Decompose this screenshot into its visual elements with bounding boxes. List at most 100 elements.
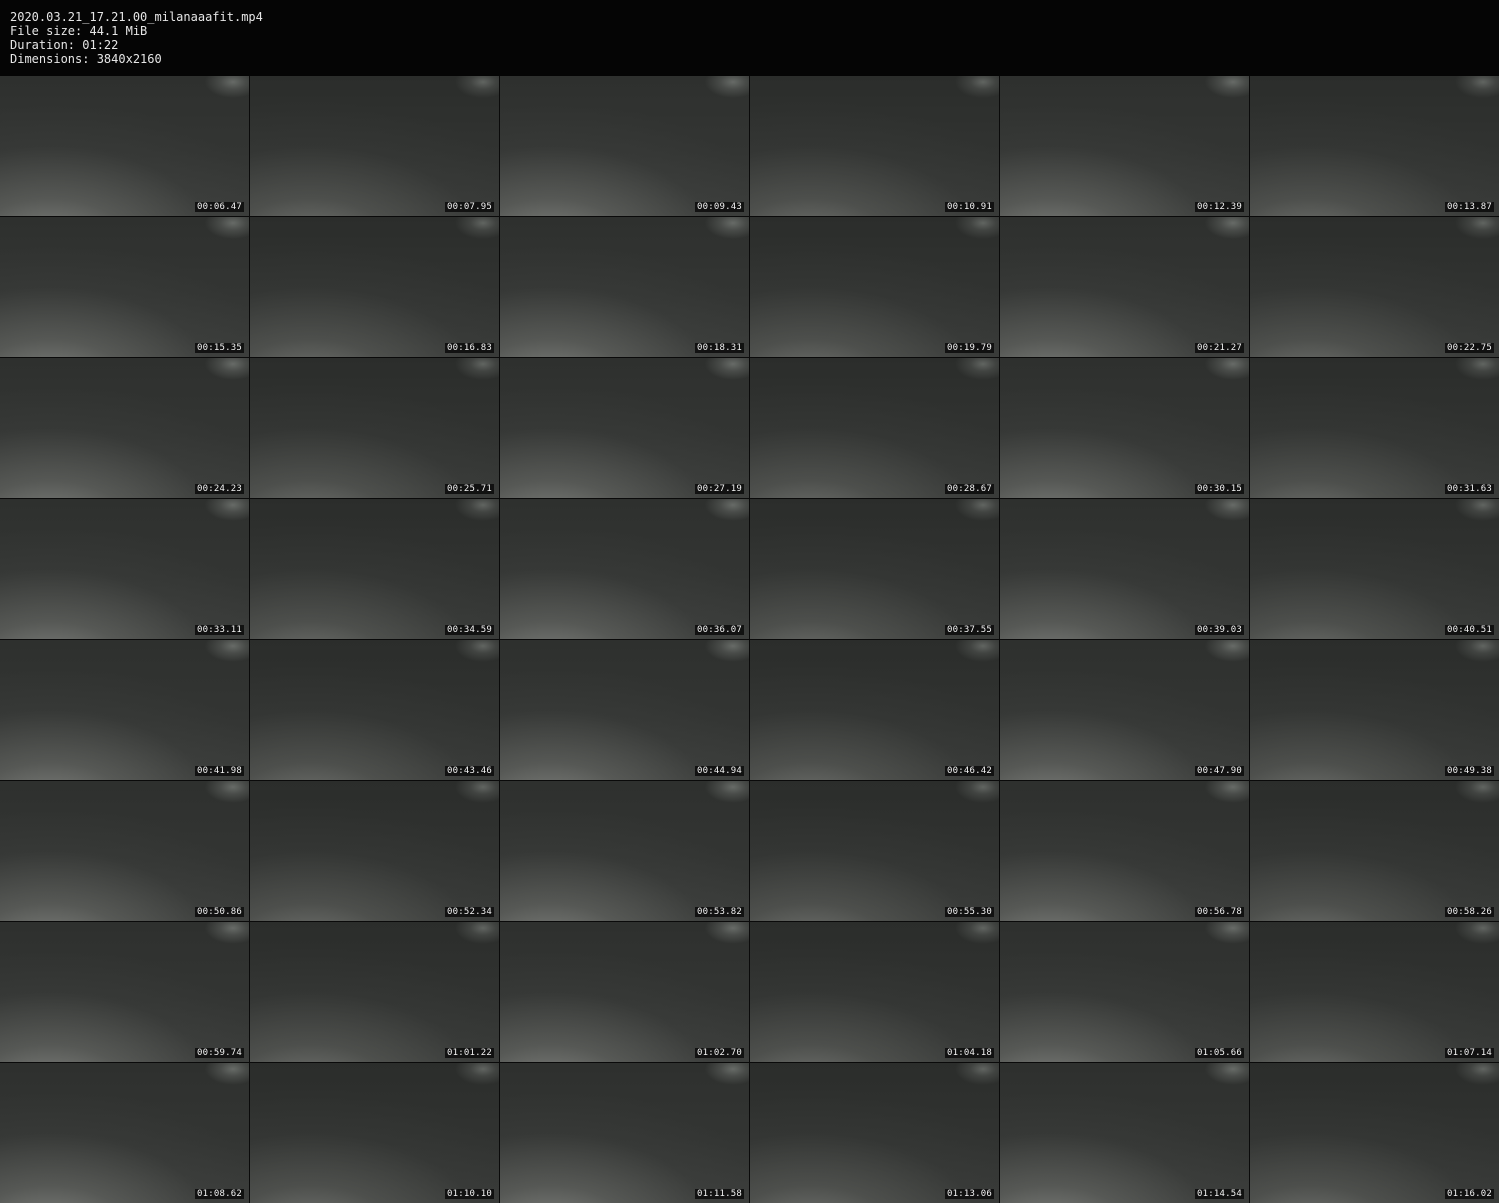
thumbnail-timestamp: 00:37.55	[945, 625, 994, 635]
thumbnail-timestamp: 00:13.87	[1445, 202, 1494, 212]
thumbnail-timestamp: 00:19.79	[945, 343, 994, 353]
video-thumbnail: 01:05.66	[1000, 922, 1249, 1062]
thumbnail-timestamp: 00:52.34	[445, 907, 494, 917]
video-thumbnail: 00:55.30	[750, 781, 999, 921]
thumbnail-timestamp: 00:25.71	[445, 484, 494, 494]
video-thumbnail: 00:50.86	[0, 781, 249, 921]
thumbnail-timestamp: 00:50.86	[195, 907, 244, 917]
video-thumbnail: 00:30.15	[1000, 358, 1249, 498]
thumbnail-timestamp: 00:30.15	[1195, 484, 1244, 494]
thumbnail-timestamp: 01:05.66	[1195, 1048, 1244, 1058]
video-thumbnail: 00:52.34	[250, 781, 499, 921]
duration-text: Duration: 01:22	[10, 38, 119, 52]
video-thumbnail: 00:36.07	[500, 499, 749, 639]
video-thumbnail: 00:16.83	[250, 217, 499, 357]
thumbnail-timestamp: 01:02.70	[695, 1048, 744, 1058]
thumbnail-timestamp: 01:10.10	[445, 1189, 494, 1199]
thumbnail-timestamp: 00:27.19	[695, 484, 744, 494]
video-thumbnail: 00:19.79	[750, 217, 999, 357]
thumbnail-timestamp: 00:34.59	[445, 625, 494, 635]
video-thumbnail: 00:46.42	[750, 640, 999, 780]
thumbnail-timestamp: 00:40.51	[1445, 625, 1494, 635]
video-thumbnail: 00:53.82	[500, 781, 749, 921]
thumbnail-grid: 00:06.47 00:07.95 00:09.43 00:10.91 00:12.39…	[0, 76, 1499, 1203]
video-thumbnail: 00:07.95	[250, 76, 499, 216]
video-filename: 2020.03.21_17.21.00_milanaaafit.mp4	[10, 10, 263, 24]
thumbnail-timestamp: 00:16.83	[445, 343, 494, 353]
video-thumbnail: 00:56.78	[1000, 781, 1249, 921]
video-thumbnail: 00:21.27	[1000, 217, 1249, 357]
thumbnail-timestamp: 00:33.11	[195, 625, 244, 635]
thumbnail-timestamp: 00:09.43	[695, 202, 744, 212]
video-thumbnail: 00:40.51	[1250, 499, 1499, 639]
thumbnail-timestamp: 01:07.14	[1445, 1048, 1494, 1058]
video-thumbnail: 00:31.63	[1250, 358, 1499, 498]
video-thumbnail: 01:08.62	[0, 1063, 249, 1203]
thumbnail-timestamp: 00:10.91	[945, 202, 994, 212]
video-thumbnail: 00:58.26	[1250, 781, 1499, 921]
video-thumbnail: 00:06.47	[0, 76, 249, 216]
thumbnail-timestamp: 00:31.63	[1445, 484, 1494, 494]
thumbnail-timestamp: 00:39.03	[1195, 625, 1244, 635]
video-thumbnail: 00:25.71	[250, 358, 499, 498]
thumbnail-timestamp: 00:41.98	[195, 766, 244, 776]
video-thumbnail: 01:13.06	[750, 1063, 999, 1203]
thumbnail-timestamp: 00:56.78	[1195, 907, 1244, 917]
thumbnail-timestamp: 00:24.23	[195, 484, 244, 494]
dimensions-text: Dimensions: 3840x2160	[10, 52, 162, 66]
video-thumbnail: 00:12.39	[1000, 76, 1249, 216]
video-thumbnail: 00:34.59	[250, 499, 499, 639]
video-thumbnail: 00:28.67	[750, 358, 999, 498]
thumbnail-timestamp: 00:46.42	[945, 766, 994, 776]
thumbnail-timestamp: 00:55.30	[945, 907, 994, 917]
video-thumbnail: 01:11.58	[500, 1063, 749, 1203]
video-thumbnail: 01:16.02	[1250, 1063, 1499, 1203]
thumbnail-timestamp: 01:13.06	[945, 1189, 994, 1199]
thumbnail-timestamp: 00:12.39	[1195, 202, 1244, 212]
thumbnail-timestamp: 00:53.82	[695, 907, 744, 917]
video-thumbnail: 00:59.74	[0, 922, 249, 1062]
thumbnail-timestamp: 00:58.26	[1445, 907, 1494, 917]
thumbnail-timestamp: 00:43.46	[445, 766, 494, 776]
video-thumbnail: 00:39.03	[1000, 499, 1249, 639]
video-thumbnail: 00:18.31	[500, 217, 749, 357]
video-thumbnail: 01:01.22	[250, 922, 499, 1062]
video-thumbnail: 00:09.43	[500, 76, 749, 216]
thumbnail-timestamp: 00:21.27	[1195, 343, 1244, 353]
video-thumbnail: 01:10.10	[250, 1063, 499, 1203]
thumbnail-timestamp: 01:01.22	[445, 1048, 494, 1058]
video-thumbnail: 00:41.98	[0, 640, 249, 780]
video-thumbnail: 00:37.55	[750, 499, 999, 639]
thumbnail-timestamp: 00:22.75	[1445, 343, 1494, 353]
video-thumbnail: 00:44.94	[500, 640, 749, 780]
thumbnail-timestamp: 00:06.47	[195, 202, 244, 212]
thumbnail-timestamp: 00:44.94	[695, 766, 744, 776]
thumbnail-timestamp: 01:04.18	[945, 1048, 994, 1058]
video-thumbnail: 00:24.23	[0, 358, 249, 498]
thumbnail-timestamp: 01:08.62	[195, 1189, 244, 1199]
thumbnail-timestamp: 01:16.02	[1445, 1189, 1494, 1199]
thumbnail-timestamp: 00:28.67	[945, 484, 994, 494]
thumbnail-timestamp: 00:59.74	[195, 1048, 244, 1058]
thumbnail-timestamp: 01:14.54	[1195, 1189, 1244, 1199]
video-thumbnail: 01:14.54	[1000, 1063, 1249, 1203]
thumbnail-timestamp: 00:36.07	[695, 625, 744, 635]
video-thumbnail: 00:47.90	[1000, 640, 1249, 780]
video-thumbnail: 00:33.11	[0, 499, 249, 639]
video-thumbnail: 00:22.75	[1250, 217, 1499, 357]
video-thumbnail: 00:43.46	[250, 640, 499, 780]
thumbnail-timestamp: 00:15.35	[195, 343, 244, 353]
video-thumbnail: 01:04.18	[750, 922, 999, 1062]
video-thumbnail: 00:49.38	[1250, 640, 1499, 780]
video-thumbnail: 01:07.14	[1250, 922, 1499, 1062]
video-thumbnail: 00:13.87	[1250, 76, 1499, 216]
thumbnail-timestamp: 00:07.95	[445, 202, 494, 212]
info-header: 2020.03.21_17.21.00_milanaaafit.mp4 File…	[0, 0, 1499, 76]
thumbnail-timestamp: 00:47.90	[1195, 766, 1244, 776]
thumbnail-timestamp: 00:49.38	[1445, 766, 1494, 776]
video-thumbnail: 00:15.35	[0, 217, 249, 357]
video-thumbnail: 00:10.91	[750, 76, 999, 216]
video-thumbnail: 00:27.19	[500, 358, 749, 498]
thumbnail-timestamp: 00:18.31	[695, 343, 744, 353]
video-thumbnail: 01:02.70	[500, 922, 749, 1062]
